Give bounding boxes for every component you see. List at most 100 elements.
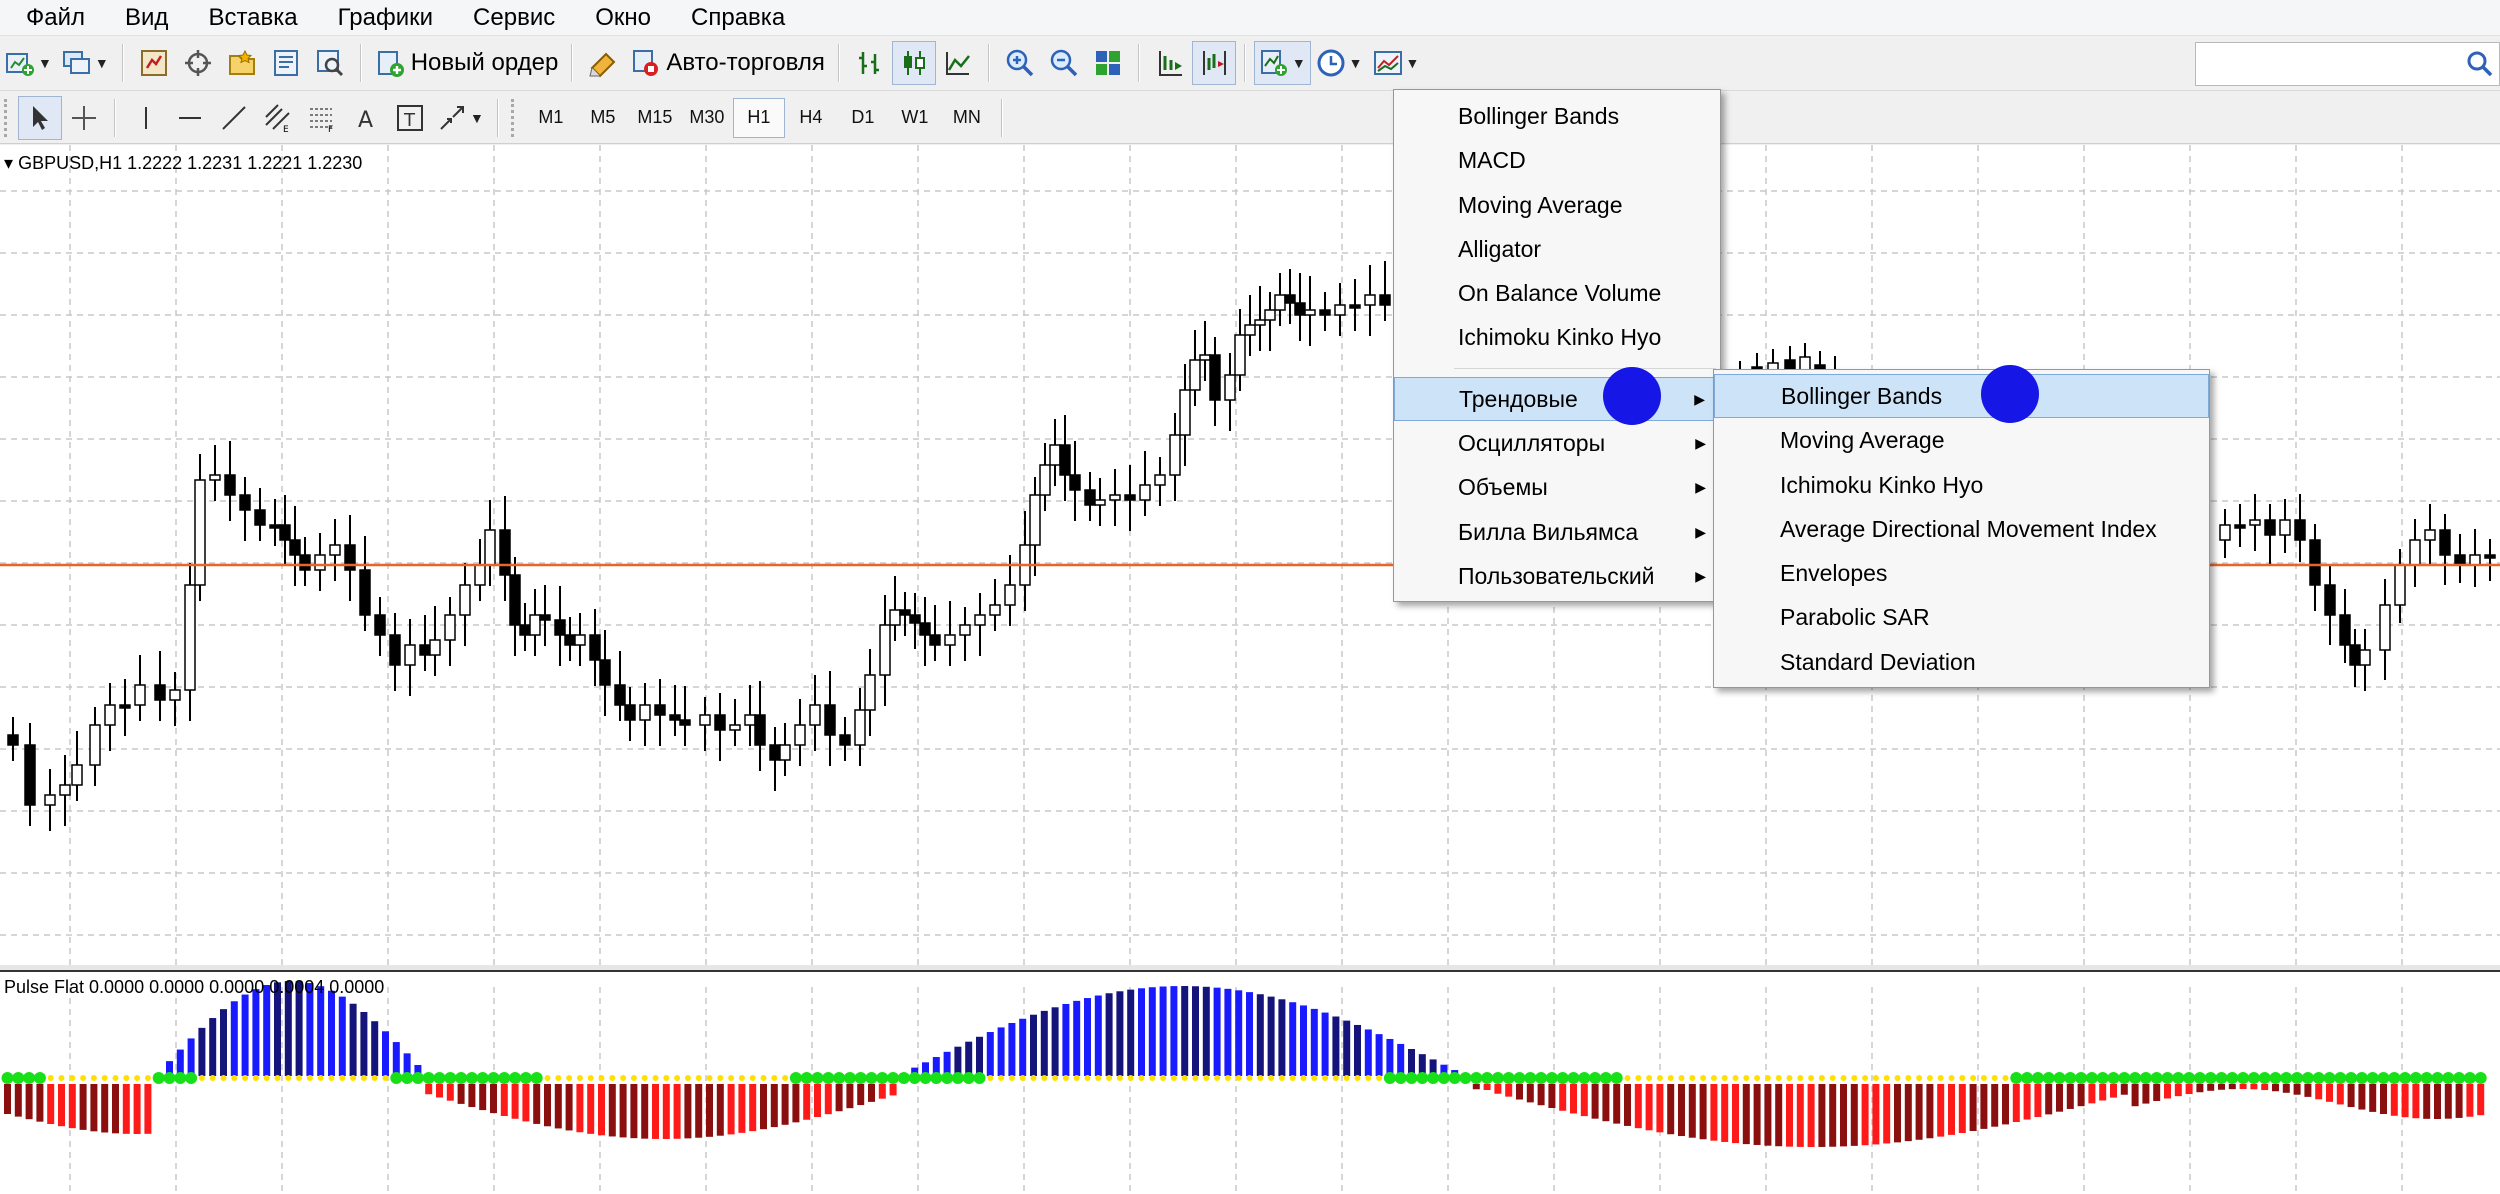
- periods-button[interactable]: ▼: [1311, 41, 1368, 85]
- menu-insert[interactable]: Вставка: [188, 0, 317, 36]
- text-button[interactable]: A: [344, 96, 388, 140]
- chart-shift-button[interactable]: [1191, 41, 1236, 85]
- timeframe-m1[interactable]: M1: [525, 98, 577, 138]
- timeframe-m30[interactable]: M30: [681, 98, 733, 138]
- fibonacci-button[interactable]: F: [300, 96, 344, 140]
- profiles-button[interactable]: ▼: [57, 41, 114, 85]
- timeframe-h4[interactable]: H4: [785, 98, 837, 138]
- menu-item-ichimoku[interactable]: Ichimoku Kinko Hyo: [1714, 463, 2209, 507]
- candle-body: [2349, 644, 2361, 666]
- menu-window[interactable]: Окно: [575, 0, 671, 36]
- menu-item-adx[interactable]: Average Directional Movement Index: [1714, 507, 2209, 551]
- chart-collapse-icon[interactable]: ▾: [4, 153, 13, 173]
- histogram-bar: [1138, 988, 1145, 1076]
- text-label-button[interactable]: T: [388, 96, 432, 140]
- candle-body: [169, 689, 181, 701]
- bar-chart-button[interactable]: [848, 41, 892, 85]
- menu-file[interactable]: Файл: [6, 0, 105, 36]
- menu-help[interactable]: Справка: [671, 0, 805, 36]
- menu-item-custom[interactable]: Пользовательский ▶: [1394, 554, 1720, 598]
- menu-item-bollinger-bands[interactable]: Bollinger Bands: [1714, 374, 2209, 419]
- search-input[interactable]: [2195, 42, 2500, 86]
- histogram-dot: [544, 1075, 551, 1081]
- navigator-button[interactable]: [220, 41, 264, 85]
- line-studies-toolbar: E F A T ▼ M1 M5 M15 M30 H1 H4 D1 W1 MN: [0, 92, 2500, 144]
- terminal-button[interactable]: [264, 41, 308, 85]
- candle-body: [2394, 564, 2406, 606]
- menu-view[interactable]: Вид: [105, 0, 188, 36]
- histogram-bar: [1159, 986, 1167, 1076]
- menu-item-trend[interactable]: Трендовые ▶: [1394, 376, 1720, 422]
- timeframe-w1[interactable]: W1: [889, 98, 941, 138]
- templates-button[interactable]: ▼: [1368, 41, 1425, 85]
- data-window-button[interactable]: [176, 41, 220, 85]
- market-watch-button[interactable]: [132, 41, 176, 85]
- line-chart-button[interactable]: [936, 41, 980, 85]
- histogram-bar: [1732, 1084, 1739, 1144]
- histogram-bar: [1051, 1007, 1059, 1076]
- menu-item-volumes[interactable]: Объемы ▶: [1394, 465, 1720, 509]
- histogram-bar: [1202, 986, 1210, 1076]
- arrows-button[interactable]: ▼: [432, 96, 489, 140]
- menu-charts[interactable]: Графики: [318, 0, 453, 36]
- histogram-dot: [1106, 1075, 1113, 1081]
- cursor-button[interactable]: [18, 95, 62, 140]
- menu-item-bill-williams[interactable]: Билла Вильямса ▶: [1394, 510, 1720, 554]
- new-order-button[interactable]: Новый ордер: [370, 41, 564, 85]
- toolbar-grip[interactable]: [4, 98, 10, 137]
- histogram-dot: [1599, 1072, 1612, 1084]
- histogram-bar: [2326, 1084, 2333, 1102]
- tile-windows-button[interactable]: [1086, 41, 1130, 85]
- equidistant-channel-button[interactable]: E: [256, 96, 300, 140]
- candles-icon: [903, 51, 925, 75]
- menu-item-recent-bollinger-bands[interactable]: Bollinger Bands: [1394, 94, 1720, 138]
- histogram-dot: [1311, 1075, 1318, 1081]
- new-chart-button[interactable]: ▼: [0, 41, 57, 85]
- candle-body: [744, 714, 756, 726]
- menu-item-parabolic-sar[interactable]: Parabolic SAR: [1714, 595, 2209, 639]
- crosshair-button[interactable]: [62, 96, 106, 140]
- timeframe-mn[interactable]: MN: [941, 98, 993, 138]
- histogram-dot: [2291, 1072, 2304, 1084]
- candles-button[interactable]: [891, 41, 936, 85]
- menu-item-recent-moving-average[interactable]: Moving Average: [1394, 183, 1720, 227]
- histogram-dot: [1235, 1075, 1242, 1081]
- toolbar-grip[interactable]: [510, 98, 517, 137]
- menu-item-recent-macd[interactable]: MACD: [1394, 138, 1720, 182]
- metaeditor-button[interactable]: [581, 41, 625, 85]
- zoom-out-button[interactable]: [1042, 41, 1086, 85]
- trendline-button[interactable]: [212, 96, 256, 140]
- horizontal-line-button[interactable]: [168, 96, 212, 140]
- histogram-dot: [2002, 1075, 2009, 1081]
- histogram-bar: [1580, 1084, 1588, 1117]
- histogram-bar: [1559, 1084, 1567, 1111]
- vertical-line-button[interactable]: [124, 96, 168, 140]
- histogram-bar: [1710, 1084, 1718, 1141]
- zoom-in-button[interactable]: [998, 41, 1042, 85]
- histogram-bar: [641, 1084, 649, 1139]
- menu-tools[interactable]: Сервис: [453, 0, 575, 36]
- histogram-bar: [662, 1084, 670, 1139]
- menu-item-oscillators[interactable]: Осцилляторы ▶: [1394, 421, 1720, 465]
- menu-item-recent-alligator[interactable]: Alligator: [1394, 227, 1720, 271]
- timeframe-d1[interactable]: D1: [837, 98, 889, 138]
- auto-trading-button[interactable]: Авто-торговля: [625, 41, 829, 85]
- histogram-dot: [1289, 1075, 1296, 1081]
- indicators-button[interactable]: ▼: [1253, 41, 1311, 85]
- menu-item-recent-ichimoku[interactable]: Ichimoku Kinko Hyo: [1394, 315, 1720, 359]
- candle-body: [1244, 324, 1256, 336]
- histogram-dot: [401, 1072, 414, 1084]
- timeframe-h1[interactable]: H1: [732, 97, 785, 138]
- menu-item-standard-deviation[interactable]: Standard Deviation: [1714, 640, 2209, 684]
- menu-item-moving-average[interactable]: Moving Average: [1714, 418, 2209, 462]
- histogram-bar: [1537, 1084, 1545, 1106]
- menu-item-recent-on-balance-volume[interactable]: On Balance Volume: [1394, 271, 1720, 315]
- strategy-tester-button[interactable]: [308, 41, 352, 85]
- timeframe-m5[interactable]: M5: [577, 98, 629, 138]
- chart-symbol-text: GBPUSD,H1 1.2222 1.2231 1.2221 1.2230: [18, 153, 363, 173]
- autoscroll-button[interactable]: [1148, 41, 1192, 85]
- menu-item-envelopes[interactable]: Envelopes: [1714, 551, 2209, 595]
- histogram-bar: [1807, 1084, 1815, 1147]
- timeframe-m15[interactable]: M15: [629, 98, 681, 138]
- histogram-bar: [1991, 1084, 1999, 1127]
